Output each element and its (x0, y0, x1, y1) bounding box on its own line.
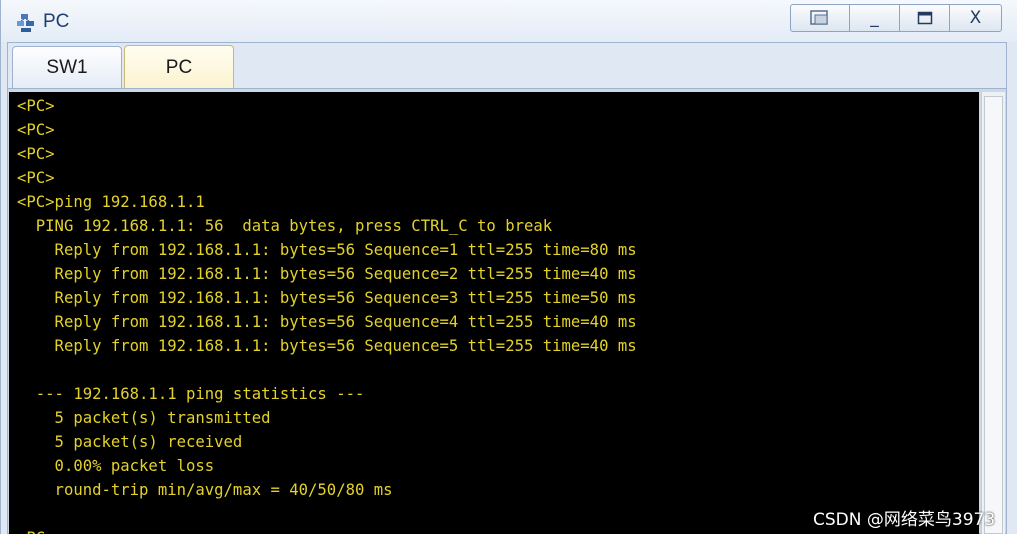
terminal-line: 5 packet(s) received (17, 433, 243, 451)
minimize-button[interactable]: _ (850, 4, 900, 32)
restore-icon (810, 10, 828, 25)
tab-sw1[interactable]: SW1 (12, 46, 122, 88)
terminal-line: Reply from 192.168.1.1: bytes=56 Sequenc… (17, 289, 637, 307)
scrollbar-thumb[interactable] (984, 96, 1003, 534)
terminal-line: <PC> (17, 145, 55, 163)
window-controls: _ X (790, 4, 1002, 34)
title-bar[interactable]: PC _ X (1, 0, 1017, 42)
terminal-console[interactable]: <PC> <PC> <PC> <PC> <PC>ping 192.168.1.1… (9, 92, 979, 534)
terminal-line: 5 packet(s) transmitted (17, 409, 271, 427)
terminal-output: <PC> <PC> <PC> <PC> <PC>ping 192.168.1.1… (17, 94, 637, 534)
terminal-line: <PC> (17, 97, 55, 115)
terminal-line: round-trip min/avg/max = 40/50/80 ms (17, 481, 393, 499)
window-title: PC (43, 11, 70, 32)
terminal-line: <PC> (17, 526, 637, 534)
maximize-button[interactable] (900, 4, 950, 32)
tab-label: SW1 (46, 56, 88, 78)
csdn-watermark: CSDN @网络菜鸟3973 (813, 510, 996, 530)
restore-button[interactable] (790, 4, 850, 32)
terminal-line: 0.00% packet loss (17, 457, 215, 475)
maximize-icon (917, 11, 932, 25)
terminal-line: Reply from 192.168.1.1: bytes=56 Sequenc… (17, 337, 637, 355)
terminal-scrollbar[interactable] (981, 92, 1005, 534)
network-pc-icon (17, 14, 34, 32)
terminal-line: --- 192.168.1.1 ping statistics --- (17, 385, 365, 403)
tab-label: PC (165, 56, 193, 78)
pc-terminal-window: PC _ X SW1 PC <PC> <PC> <PC> <PC> <PC>pi… (0, 0, 1017, 534)
terminal-line: Reply from 192.168.1.1: bytes=56 Sequenc… (17, 313, 637, 331)
terminal-line: Reply from 192.168.1.1: bytes=56 Sequenc… (17, 241, 637, 259)
close-button[interactable]: X (950, 4, 1002, 32)
terminal-line: Reply from 192.168.1.1: bytes=56 Sequenc… (17, 265, 637, 283)
minimize-icon: _ (870, 8, 879, 28)
terminal-line: PING 192.168.1.1: 56 data bytes, press C… (17, 217, 553, 235)
device-tabs: SW1 PC (7, 42, 1007, 89)
tab-pc[interactable]: PC (124, 45, 234, 89)
close-icon: X (969, 8, 982, 28)
terminal-line: <PC> (17, 121, 55, 139)
terminal-line: <PC> (17, 169, 55, 187)
terminal-line: <PC>ping 192.168.1.1 (17, 193, 205, 211)
